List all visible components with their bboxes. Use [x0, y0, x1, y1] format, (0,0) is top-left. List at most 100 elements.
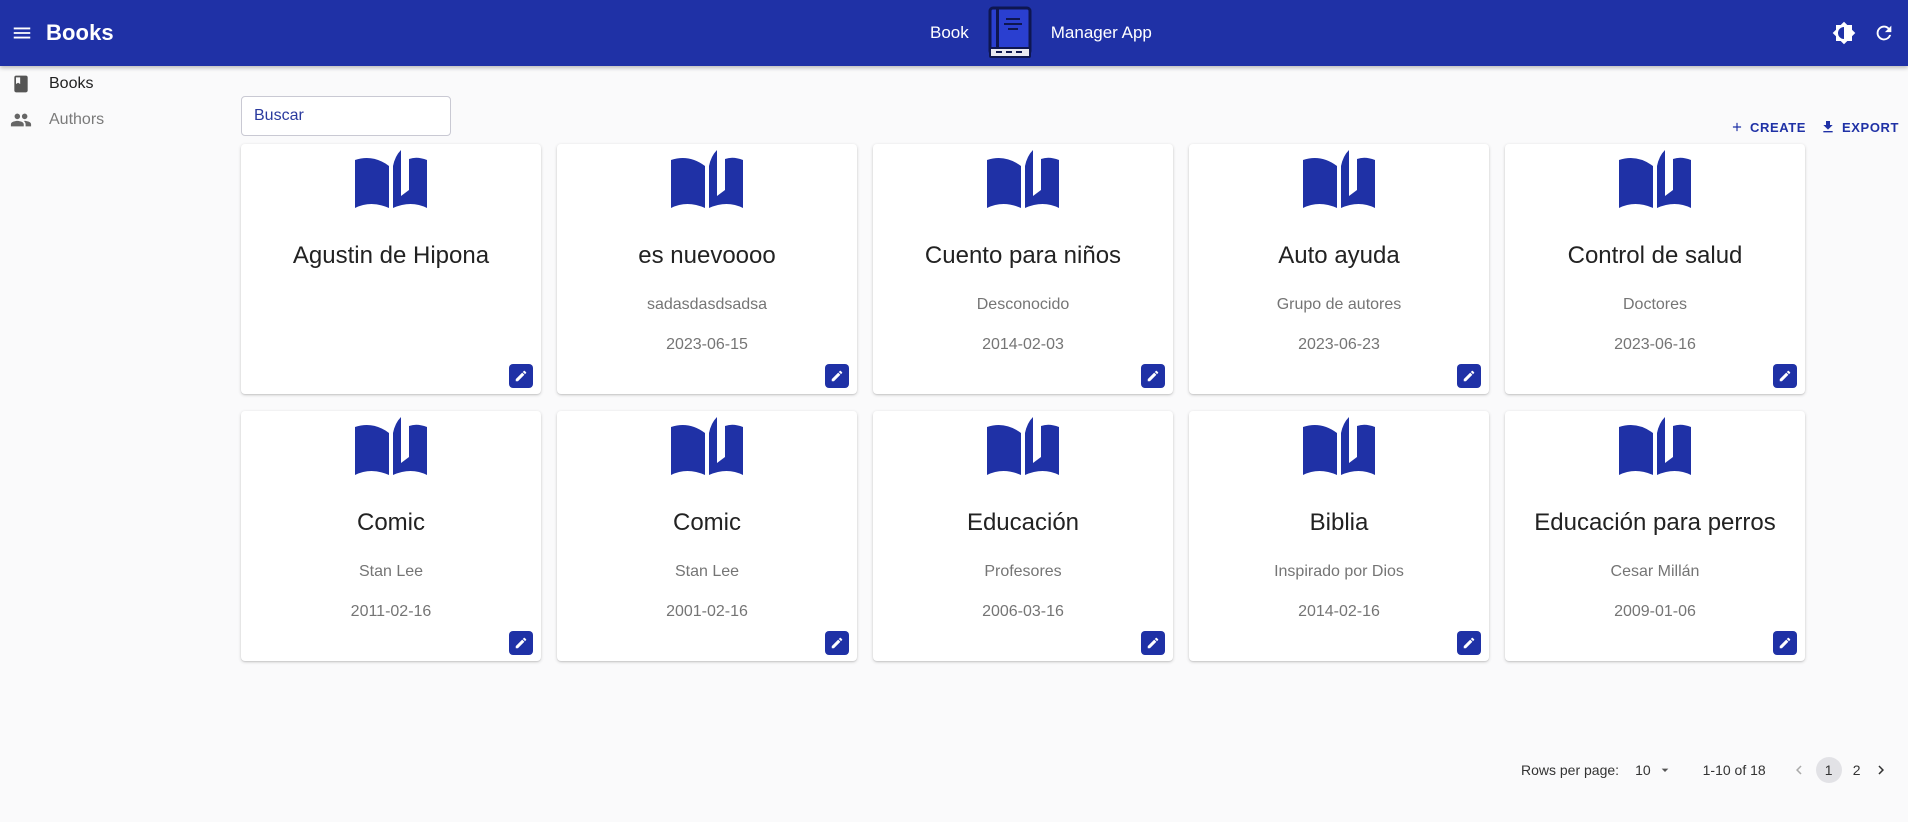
page-button-1[interactable]: 1 [1815, 757, 1842, 783]
book-card[interactable]: Agustin de Hipona [241, 144, 541, 394]
pencil-icon [1462, 636, 1476, 650]
app-bar: Books Book Manager App [0, 0, 1908, 66]
book-logo-icon [983, 6, 1037, 60]
book-title: Educación [966, 509, 1080, 536]
open-book-icon [667, 413, 747, 485]
pencil-icon [1146, 636, 1160, 650]
book-icon [9, 72, 33, 96]
prev-page-button[interactable] [1790, 761, 1808, 779]
book-author: Profesores [984, 563, 1062, 580]
book-date: 2023-06-23 [1298, 336, 1380, 353]
open-book-icon [351, 146, 431, 218]
book-date: 2001-02-16 [666, 603, 748, 620]
app-title-left: Book [930, 23, 969, 42]
book-title: Educación para perros [1534, 509, 1776, 536]
book-card[interactable]: Auto ayuda Grupo de autores 2023-06-23 [1189, 144, 1489, 394]
pagination-range: 1-10 of 18 [1702, 762, 1766, 778]
book-card[interactable]: Comic Stan Lee 2001-02-16 [557, 411, 857, 661]
open-book-icon [983, 413, 1063, 485]
book-date: 2023-06-15 [666, 336, 748, 353]
sidebar-item-books[interactable]: Books [0, 66, 230, 102]
book-title: Comic [356, 509, 425, 536]
edit-button[interactable] [1773, 631, 1797, 655]
book-author: Stan Lee [674, 563, 740, 580]
edit-button[interactable] [1773, 364, 1797, 388]
edit-button[interactable] [509, 364, 533, 388]
pencil-icon [1462, 369, 1476, 383]
rows-per-page-select[interactable]: 10 [1635, 762, 1673, 778]
book-title: Biblia [1309, 509, 1369, 536]
create-button[interactable]: CREATE [1730, 116, 1806, 138]
edit-button[interactable] [1457, 631, 1481, 655]
pencil-icon [1778, 369, 1792, 383]
book-title: Agustin de Hipona [292, 242, 490, 269]
open-book-icon [1299, 413, 1379, 485]
page-button-2[interactable]: 2 [1844, 757, 1870, 783]
book-date: 2009-01-06 [1614, 603, 1696, 620]
pencil-icon [514, 636, 528, 650]
book-card[interactable]: es nuevoooo sadasdasdsadsa 2023-06-15 [557, 144, 857, 394]
book-title: Auto ayuda [1278, 242, 1400, 269]
book-author: Desconocido [976, 296, 1070, 313]
book-title: es nuevoooo [638, 242, 776, 269]
book-card[interactable]: Educación para perros Cesar Millán 2009-01… [1505, 411, 1805, 661]
open-book-icon [1615, 413, 1695, 485]
edit-button[interactable] [825, 631, 849, 655]
book-author: Cesar Millán [1610, 563, 1700, 580]
open-book-icon [667, 146, 747, 218]
edit-button[interactable] [509, 631, 533, 655]
app-center-title: Book Manager App [930, 6, 1152, 60]
pencil-icon [514, 369, 528, 383]
refresh-icon[interactable] [1870, 19, 1898, 47]
book-title: Cuento para niños [924, 242, 1122, 269]
edit-button[interactable] [1141, 364, 1165, 388]
sidebar: Books Authors [0, 66, 230, 138]
book-date: 2023-06-16 [1614, 336, 1696, 353]
export-button-label: EXPORT [1842, 119, 1900, 135]
book-author: sadasdasdsadsa [646, 296, 768, 313]
book-author: Stan Lee [358, 563, 424, 580]
chevron-left-icon [1795, 765, 1802, 775]
rows-per-page-label: Rows per page: [1521, 762, 1620, 778]
book-date: 2011-02-16 [350, 603, 432, 620]
chevron-right-icon [1878, 765, 1884, 775]
book-author: Doctores [1622, 296, 1688, 313]
pagination: Rows per page: 10 1-10 of 18 1 2 [1521, 757, 1890, 783]
menu-icon[interactable] [8, 19, 36, 47]
book-card[interactable]: Cuento para niños Desconocido 2014-02-03 [873, 144, 1173, 394]
export-button[interactable]: EXPORT [1820, 116, 1899, 138]
book-card[interactable]: Educación Profesores 2006-03-16 [873, 411, 1173, 661]
book-card[interactable]: Biblia Inspirado por Dios 2014-02-16 [1189, 411, 1489, 661]
open-book-icon [1615, 146, 1695, 218]
theme-toggle-icon[interactable] [1830, 19, 1858, 47]
edit-button[interactable] [825, 364, 849, 388]
book-date: 2014-02-16 [1298, 603, 1380, 620]
book-title: Comic [672, 509, 741, 536]
next-page-button[interactable] [1872, 761, 1890, 779]
book-author: Inspirado por Dios [1274, 563, 1404, 580]
people-icon [9, 108, 33, 132]
pencil-icon [1778, 636, 1792, 650]
book-author: Grupo de autores [1276, 296, 1402, 313]
open-book-icon [1299, 146, 1379, 218]
book-card[interactable]: Comic Stan Lee 2011-02-16 [241, 411, 541, 661]
edit-button[interactable] [1141, 631, 1165, 655]
chevron-down-icon [1661, 768, 1668, 772]
rows-per-page-value: 10 [1635, 762, 1651, 778]
app-title: Books [46, 20, 114, 45]
book-card[interactable]: Control de salud Doctores 2023-06-16 [1505, 144, 1805, 394]
book-date: 2006-03-16 [982, 603, 1064, 620]
search-input[interactable] [241, 96, 451, 136]
open-book-icon [351, 413, 431, 485]
book-date: 2014-02-03 [982, 336, 1064, 353]
pencil-icon [830, 636, 844, 650]
book-title: Control de salud [1567, 242, 1743, 269]
plus-icon [1732, 122, 1742, 132]
download-icon [1823, 121, 1833, 133]
pencil-icon [1146, 369, 1160, 383]
pencil-icon [830, 369, 844, 383]
create-button-label: CREATE [1750, 119, 1807, 135]
sidebar-item-authors[interactable]: Authors [0, 102, 230, 138]
open-book-icon [983, 146, 1063, 218]
edit-button[interactable] [1457, 364, 1481, 388]
